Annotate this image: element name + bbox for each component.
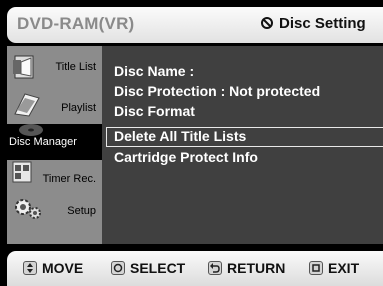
- sidebar-item-timer-rec[interactable]: Timer Rec.: [7, 160, 102, 196]
- footer-return: RETURN: [208, 260, 285, 276]
- footer-select: SELECT: [111, 260, 185, 276]
- disc-icon: [261, 17, 273, 29]
- footer-move-label: MOVE: [42, 260, 84, 276]
- select-enter-icon: [111, 261, 125, 275]
- section-title-wrap: Disc Setting: [261, 15, 366, 32]
- sidebar-item-label: Disc Manager: [9, 136, 77, 148]
- main-panel: Disc Name : Disc Protection : Not protec…: [102, 46, 383, 244]
- sidebar-item-disc-manager[interactable]: Disc Manager: [7, 124, 102, 160]
- model-title: DVD-RAM(VR): [17, 14, 135, 33]
- footer-select-label: SELECT: [130, 260, 186, 276]
- exit-menu-icon: [309, 261, 323, 275]
- footer-exit-label: EXIT: [328, 260, 360, 276]
- sidebar-item-label: Playlist: [61, 102, 96, 114]
- sidebar-item-playlist[interactable]: Playlist: [7, 88, 102, 124]
- playlist-icon: [14, 93, 40, 117]
- footer-bar: MOVE SELECT RETURN EXIT: [7, 251, 383, 286]
- menu-item-delete-all-title-lists[interactable]: Delete All Title Lists: [106, 127, 383, 147]
- return-arrow-icon: [208, 261, 222, 275]
- dvd-menu-screen: DVD-RAM(VR) Disc Setting Title List Play…: [0, 0, 383, 286]
- sidebar-item-title-list[interactable]: Title List: [7, 52, 102, 88]
- menu-item-disc-name[interactable]: Disc Name :: [114, 63, 194, 79]
- footer-exit: EXIT: [309, 260, 359, 276]
- title-list-icon: [13, 55, 34, 79]
- sidebar: Title List Playlist Disc Manager Timer R…: [7, 46, 102, 244]
- sidebar-item-setup[interactable]: Setup: [7, 196, 102, 232]
- section-title: Disc Setting: [279, 15, 366, 32]
- timer-rec-icon: [12, 161, 32, 183]
- setup-gear-icon: [15, 199, 41, 219]
- sidebar-item-label: Title List: [55, 61, 96, 73]
- disc-manager-icon: [19, 124, 43, 136]
- menu-item-disc-format[interactable]: Disc Format: [114, 103, 195, 119]
- move-arrows-icon: [23, 261, 37, 275]
- header-bar: DVD-RAM(VR) Disc Setting: [7, 7, 383, 43]
- menu-item-disc-protection[interactable]: Disc Protection : Not protected: [114, 83, 320, 99]
- menu-item-cartridge-protect-info[interactable]: Cartridge Protect Info: [114, 149, 258, 165]
- footer-return-label: RETURN: [227, 260, 286, 276]
- footer-move: MOVE: [23, 260, 83, 276]
- sidebar-item-label: Setup: [67, 205, 96, 217]
- sidebar-item-label: Timer Rec.: [42, 173, 96, 185]
